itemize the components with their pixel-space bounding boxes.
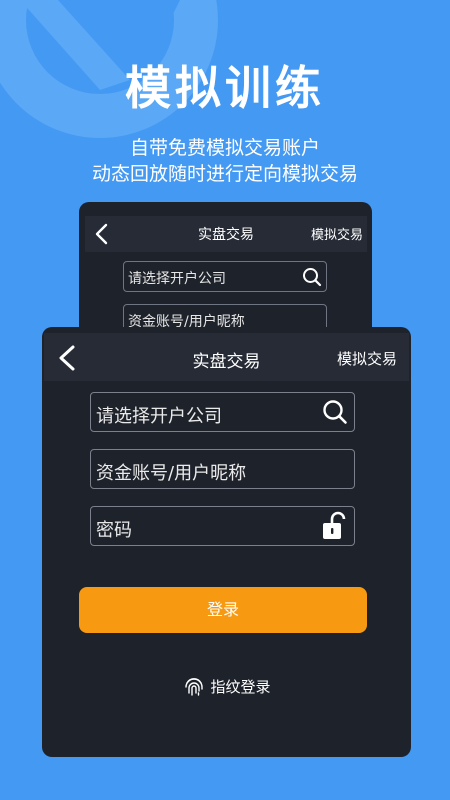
unlock-icon[interactable] [322,511,346,541]
broker-select-placeholder: 请选择开户公司 [96,406,222,427]
password-input-placeholder: 密码 [96,520,132,541]
login-card: 实盘交易 模拟交易 请选择开户公司 资金账号/用户昵称 密码 登录 指纹登录 [42,327,411,757]
fingerprint-icon [185,678,204,696]
account-input-field[interactable]: 资金账号/用户昵称 [90,449,355,489]
login-nav-bar: 实盘交易 模拟交易 [44,333,409,381]
back-card-sim-trade-link[interactable]: 模拟交易 [311,224,363,243]
fingerprint-login-link[interactable]: 指纹登录 [42,671,411,701]
sim-trade-link[interactable]: 模拟交易 [337,348,397,369]
search-icon[interactable] [302,267,322,287]
hero-title: 模拟训练 [125,61,325,115]
back-card-broker-select[interactable]: 请选择开户公司 [123,261,327,292]
search-icon[interactable] [322,399,348,425]
password-input-field[interactable]: 密码 [90,506,355,546]
account-input-placeholder: 资金账号/用户昵称 [96,463,247,484]
hero-subtitle-line-1: 自带免费模拟交易账户 [129,137,320,159]
broker-select-field[interactable]: 请选择开户公司 [90,392,355,432]
back-card-nav-bar: 实盘交易 模拟交易 [85,216,367,252]
login-button[interactable]: 登录 [79,587,367,633]
hero-subtitle-line-2: 动态回放随时进行定向模拟交易 [91,163,358,185]
back-card-broker-placeholder: 请选择开户公司 [128,271,226,287]
fingerprint-login-label: 指纹登录 [210,677,271,696]
